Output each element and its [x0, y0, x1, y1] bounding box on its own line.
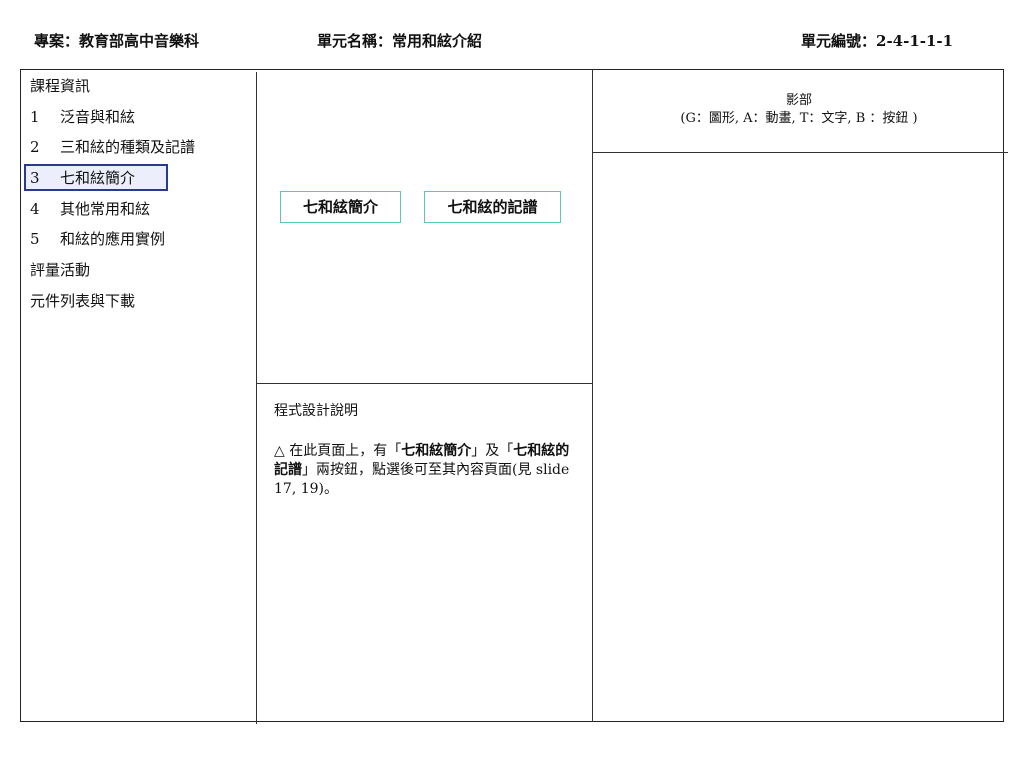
- nav-item-label: 七和絃簡介: [60, 169, 136, 188]
- description-text: 」兩按鈕，點選後可至其內容頁面(見 slide 17, 19)。: [274, 462, 570, 497]
- nav-item-triads[interactable]: 2 三和絃的種類及記譜: [30, 137, 250, 168]
- nav-item-seventh-chords[interactable]: 3 七和絃簡介: [24, 164, 250, 199]
- seventh-chord-intro-button[interactable]: 七和絃簡介: [280, 191, 401, 223]
- course-nav: 課程資訊 1 泛音與和絃 2 三和絃的種類及記譜 3 七和絃簡介 4 其他常用和…: [24, 76, 250, 322]
- nav-item-chord-examples[interactable]: 5 和絃的應用實例: [30, 229, 250, 260]
- nav-item-label: 評量活動: [30, 261, 91, 280]
- media-panel-header: 影部 (G：圖形, A：動畫, T：文字, B ：按鈕 ): [594, 92, 1004, 128]
- nav-item-number: 4: [30, 199, 40, 218]
- nav-item-number: 2: [30, 138, 40, 157]
- divider-nav: [256, 72, 257, 724]
- nav-item-number: 5: [30, 230, 40, 249]
- media-legend: (G：圖形, A：動畫, T：文字, B ：按鈕 ): [680, 111, 918, 126]
- nav-item-course-info[interactable]: 課程資訊: [30, 76, 250, 107]
- description-body: △ 在此頁面上，有「七和絃簡介」及「七和絃的記譜」兩按鈕，點選後可至其內容頁面(…: [274, 442, 574, 499]
- project-label: 專案：教育部高中音樂科: [34, 32, 200, 50]
- nav-item-label: 其他常用和絃: [60, 199, 151, 218]
- description-highlight: 七和絃簡介: [401, 443, 472, 459]
- description-text: 」及「: [471, 443, 514, 459]
- divider-media: [592, 69, 593, 722]
- nav-item-other-chords[interactable]: 4 其他常用和絃: [30, 199, 250, 230]
- divider-media-header: [592, 152, 1008, 153]
- unit-code-label: 單元編號：2-4-1-1-1: [801, 32, 954, 50]
- nav-item-label: 泛音與和絃: [60, 107, 136, 126]
- nav-item-label: 三和絃的種類及記譜: [60, 138, 196, 157]
- media-title: 影部: [785, 93, 812, 108]
- program-description: 程式設計說明 △ 在此頁面上，有「七和絃簡介」及「七和絃的記譜」兩按鈕，點選後可…: [274, 400, 574, 499]
- nav-item-number: 1: [30, 107, 40, 126]
- nav-item-assessment[interactable]: 評量活動: [30, 260, 250, 291]
- seventh-chord-notation-button[interactable]: 七和絃的記譜: [424, 191, 561, 223]
- description-title: 程式設計說明: [274, 403, 358, 419]
- description-text: △ 在此頁面上，有「: [274, 443, 402, 459]
- nav-item-label: 元件列表與下載: [30, 291, 136, 310]
- nav-item-label: 課程資訊: [30, 77, 91, 95]
- nav-item-number: 3: [30, 169, 40, 188]
- divider-description: [256, 383, 592, 384]
- nav-item-overtones[interactable]: 1 泛音與和絃: [30, 107, 250, 138]
- nav-item-downloads[interactable]: 元件列表與下載: [30, 291, 250, 322]
- nav-item-label: 和絃的應用實例: [60, 230, 166, 249]
- unit-name-label: 單元名稱：常用和絃介紹: [317, 32, 483, 50]
